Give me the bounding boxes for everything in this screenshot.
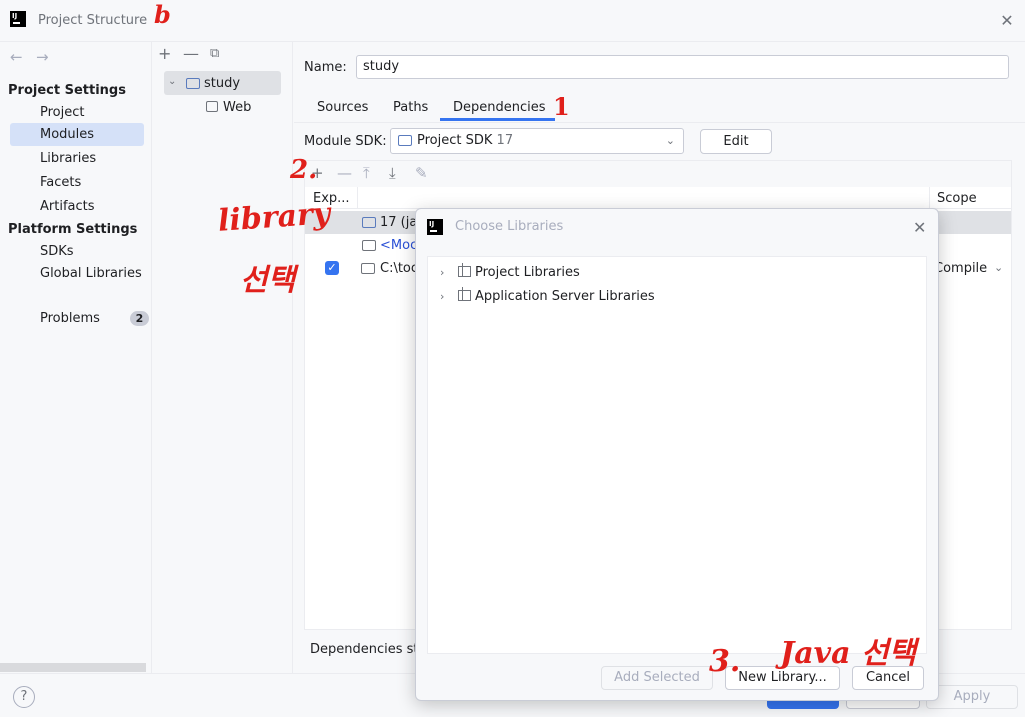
table-header [305,187,1011,209]
annotation-step-1: 1 [553,92,570,121]
library-icon [458,287,471,301]
module-tree-pane [152,42,293,673]
copy-icon[interactable]: ⧉ [210,46,219,61]
window-title: Project Structure [38,13,148,28]
jdk-folder-icon [362,217,376,228]
dialog-title: Choose Libraries [455,219,564,234]
edit-dependency-icon[interactable]: ✎ [415,164,428,182]
name-label: Name: [304,60,347,75]
annotation-b: b [154,0,171,29]
library-item-label: Project Libraries [475,265,580,280]
chevron-down-icon[interactable]: ⌄ [168,76,176,87]
scope-value[interactable]: Compile [934,261,987,276]
add-icon[interactable]: + [158,44,171,63]
nav-item-facets[interactable]: Facets [10,171,144,194]
chevron-right-icon[interactable]: › [440,266,458,279]
tab-paths[interactable]: Paths [393,100,428,115]
nav-item-modules[interactable]: Modules [10,123,144,146]
tab-dependencies[interactable]: Dependencies [453,100,546,115]
chevron-down-icon: ⌄ [665,134,675,147]
module-sdk-label: Module SDK: [304,134,387,149]
annotation-select: 선택 [240,263,296,298]
apply-button[interactable]: Apply [926,685,1018,709]
library-item-project[interactable]: › Project Libraries [440,263,580,280]
chevron-right-icon[interactable]: › [440,290,458,303]
close-icon[interactable]: ✕ [998,12,1016,30]
move-up-icon[interactable]: ⤒ [363,164,370,182]
annotation-step-2: 2. [290,155,318,185]
chevron-down-icon[interactable]: ⌄ [994,261,1003,274]
folder-icon [361,263,375,274]
back-arrow-icon[interactable]: ← [10,48,23,66]
sdk-folder-icon [398,135,412,146]
section-platform-settings: Platform Settings [8,222,138,237]
nav-item-global-libraries[interactable]: Global Libraries [10,262,144,285]
library-item-label: Application Server Libraries [475,289,655,304]
remove-dependency-icon[interactable]: — [337,164,352,182]
help-icon[interactable]: ? [13,686,35,708]
dependency-module-source[interactable]: <Moc [380,238,417,253]
sdk-value: Project SDK [417,133,493,148]
tree-item-study: study [204,76,241,91]
active-tab-indicator [440,118,555,121]
intellij-logo-icon: IJ [10,11,26,27]
module-folder-icon [186,78,200,89]
column-divider [929,187,930,209]
move-down-icon[interactable]: ⤓ [389,164,396,182]
tab-sources[interactable]: Sources [317,100,368,115]
horizontal-scrollbar[interactable] [0,663,146,672]
module-name-input[interactable]: study [356,55,1009,79]
dependency-path[interactable]: C:\toc [380,261,418,276]
sdk-version: 17 [496,133,514,148]
module-source-icon [362,240,376,251]
dependencies-storage-label: Dependencies st [310,642,419,657]
tree-item-web[interactable]: Web [223,100,251,115]
nav-item-artifacts[interactable]: Artifacts [10,195,144,218]
module-sdk-select[interactable]: Project SDK 17 ⌄ [390,128,684,154]
column-divider [357,187,358,209]
section-project-settings: Project Settings [8,83,126,98]
library-icon [458,263,471,277]
web-facet-icon [206,101,218,112]
nav-item-libraries[interactable]: Libraries [10,147,144,170]
nav-item-problems[interactable]: Problems [10,307,144,330]
nav-item-sdks[interactable]: SDKs [10,240,144,263]
edit-sdk-button[interactable]: Edit [700,129,772,154]
column-scope[interactable]: Scope [937,191,977,206]
forward-arrow-icon[interactable]: → [36,48,49,66]
annotation-java-select: Java 선택 [780,636,917,671]
add-selected-button[interactable]: Add Selected [601,666,713,690]
export-checkbox[interactable]: ✓ [325,261,339,275]
remove-icon[interactable]: — [183,44,199,63]
annotation-step-3: 3. [709,644,741,679]
close-icon[interactable]: ✕ [913,218,926,237]
nav-item-project[interactable]: Project [10,101,144,124]
intellij-logo-icon: IJ [427,219,443,235]
problems-count-badge: 2 [130,311,149,326]
tab-divider [294,122,1025,123]
dependencies-toolbar [305,161,1011,187]
library-item-app-server[interactable]: › Application Server Libraries [440,287,655,304]
library-list [427,256,927,654]
